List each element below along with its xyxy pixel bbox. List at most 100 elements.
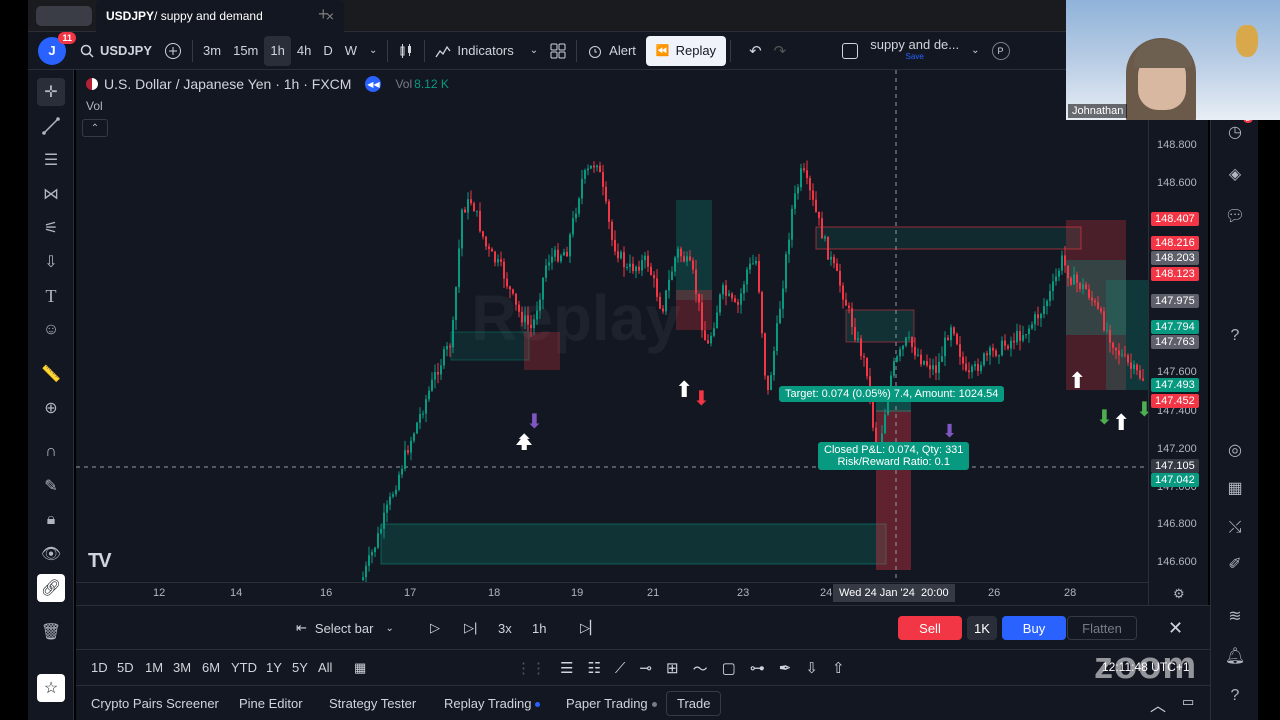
arrow-up-marker-icon[interactable]: ⇧ (832, 659, 845, 677)
brush-tool-icon[interactable]: ✎ (37, 472, 65, 500)
pen-tool-icon[interactable]: ✒ (779, 659, 792, 677)
prediction-tool-icon[interactable]: ⚟ (37, 214, 65, 242)
crosshair-tool-icon[interactable]: ✛ (37, 78, 65, 106)
avatar[interactable]: J 11 (38, 31, 76, 65)
cross-line-icon[interactable]: ⊞ (666, 659, 679, 677)
help-icon[interactable]: ? (1221, 322, 1249, 350)
buy-button[interactable]: Buy (1002, 616, 1066, 640)
price-axis[interactable]: 148.800 148.600 147.600 147.400 147.200 … (1148, 70, 1208, 605)
horizontal-line-icon[interactable]: ⊶ (750, 659, 765, 677)
range-1y[interactable]: 1Y (266, 660, 282, 675)
replay-indicator-icon[interactable]: ◀◀ (365, 76, 382, 92)
layers-icon[interactable]: ◈ (1221, 160, 1249, 188)
horizontal-ray-icon[interactable]: ⊸ (639, 659, 652, 677)
goto-date-icon[interactable]: ▦ (354, 660, 366, 676)
compare-symbol-button[interactable] (158, 36, 188, 66)
window-controls[interactable] (36, 6, 92, 26)
timeframe-4h[interactable]: 4h (291, 36, 317, 66)
replay-button[interactable]: ⏪ Replay (645, 35, 727, 66)
pattern-tool-icon[interactable]: ⋈ (37, 180, 65, 208)
flatten-button[interactable]: Flatten (1067, 616, 1137, 640)
maximize-panel-icon[interactable]: ▭ (1182, 694, 1194, 710)
arrow-down-marker-icon[interactable]: ⇩ (805, 659, 818, 677)
tab-replay-trading[interactable]: Replay Trading (444, 696, 541, 711)
chart-type-button[interactable] (392, 36, 420, 66)
demand-zone[interactable] (450, 331, 530, 361)
text-tool-icon[interactable]: T (37, 282, 65, 310)
tab-trade[interactable]: Trade (666, 691, 722, 716)
tab-crypto-screener[interactable]: Crypto Pairs Screener (91, 696, 219, 711)
play-button[interactable]: ▷ (430, 616, 440, 640)
close-replay-icon[interactable]: ✕ (1168, 616, 1183, 640)
step-forward-button[interactable]: ▷| (464, 616, 477, 640)
range-5y[interactable]: 5Y (292, 660, 308, 675)
line-tool-icon[interactable]: ⤯ (1221, 514, 1249, 542)
alerts-clock-icon[interactable]: ◷2 (1221, 114, 1253, 146)
range-6m[interactable]: 6M (202, 660, 220, 675)
new-tab-icon[interactable]: + (318, 4, 329, 25)
trend-line-tool-icon[interactable] (37, 112, 65, 140)
quantity-button[interactable]: 1K (967, 616, 997, 640)
indicators-button[interactable]: Indicators ⌄ (429, 36, 544, 66)
zoom-in-tool-icon[interactable]: ⊕ (37, 394, 65, 422)
templates-button[interactable] (544, 36, 572, 66)
link-tool-icon[interactable]: 🔗︎ (37, 574, 65, 602)
undo-button[interactable]: ↶ (743, 36, 768, 66)
chart-pane[interactable]: Replay ⬆ ⬇ ⬆ ⬇ ⬇ ⬆ ⬇ ⬆ ⬇ U.S. Dollar / J… (76, 70, 1153, 605)
pen-icon[interactable]: ✐ (1221, 550, 1249, 578)
interval-button[interactable]: 1h (532, 616, 546, 640)
chart-legend[interactable]: U.S. Dollar / Japanese Yen · 1h · FXCM ◀… (86, 76, 449, 92)
timeframe-d[interactable]: D (317, 36, 338, 66)
position-zone[interactable] (1106, 280, 1148, 390)
eye-tool-icon[interactable]: 👁︎ (37, 540, 65, 568)
settings-gear-icon[interactable]: ⚙ (1173, 586, 1185, 602)
tab-paper-trading[interactable]: Paper Trading (566, 696, 657, 711)
collapse-legend-icon[interactable]: ⌃ (82, 119, 108, 137)
tab-pine-editor[interactable]: Pine Editor (239, 696, 303, 711)
chat-icon[interactable]: 💬︎ (1221, 202, 1249, 230)
range-3m[interactable]: 3M (173, 660, 191, 675)
range-5d[interactable]: 5D (117, 660, 134, 675)
time-axis[interactable]: 12 14 16 17 18 19 21 23 24 26 28 Wed 24 … (76, 582, 1148, 605)
timeframe-3m[interactable]: 3m (197, 36, 227, 66)
layout-menu[interactable]: suppy and de... Save ⌄ P (836, 36, 1015, 66)
browser-tab[interactable]: USDJPY / suppy and demand × (96, 0, 344, 32)
rectangle-tool-icon[interactable]: ▢ (722, 659, 736, 677)
path-tool-icon[interactable]: 〜 (693, 658, 708, 679)
redo-button[interactable]: ↷ (768, 36, 793, 66)
range-1m[interactable]: 1M (145, 660, 163, 675)
star-icon[interactable]: ☆ (37, 674, 65, 702)
publish-badge[interactable]: P (991, 41, 1010, 60)
timeframe-15m[interactable]: 15m (227, 36, 264, 66)
calendar-icon[interactable]: ▦ (1221, 474, 1249, 502)
magnet-tool-icon[interactable]: ∩ (37, 438, 65, 466)
range-ytd[interactable]: YTD (231, 660, 257, 675)
sell-button[interactable]: Sell (898, 616, 962, 640)
timeframe-w[interactable]: W (339, 36, 363, 66)
ruler-tool-icon[interactable]: 📏 (37, 360, 65, 388)
jump-realtime-button[interactable]: ▷▏ (580, 616, 600, 640)
bell-icon[interactable]: 🔔︎ (1221, 642, 1249, 670)
supply-zone[interactable] (845, 309, 915, 343)
lock-tool-icon[interactable]: 🔒︎ (37, 506, 65, 534)
arrow-down-tool-icon[interactable]: ⇩ (37, 248, 65, 276)
position-stop-zone[interactable] (676, 290, 712, 330)
fib-tool-icon[interactable]: ☰ (560, 659, 573, 677)
supply-zone[interactable] (524, 332, 560, 370)
help-circle-icon[interactable]: ? (1221, 682, 1249, 710)
trash-tool-icon[interactable]: 🗑︎ (37, 618, 65, 646)
speed-button[interactable]: 3x (498, 616, 512, 640)
trend-line-tool-icon[interactable]: ⟋ (615, 660, 626, 677)
levels-tool-icon[interactable]: ☷ (587, 659, 600, 677)
target-icon[interactable]: ◎ (1221, 436, 1249, 464)
price-chart[interactable]: Replay (76, 70, 1148, 582)
timeframe-1h[interactable]: 1h (264, 35, 291, 66)
emoji-tool-icon[interactable]: ☺ (37, 316, 65, 344)
range-all[interactable]: All (318, 660, 332, 675)
symbol-search-button[interactable]: USDJPY (74, 36, 158, 66)
supply-zone[interactable] (815, 226, 1082, 250)
fib-tool-icon[interactable]: ☰ (37, 146, 65, 174)
timeframe-dropdown[interactable]: ⌄ (363, 36, 383, 66)
range-1d[interactable]: 1D (91, 660, 108, 675)
select-bar-button[interactable]: ⇤ Select bar ⌄ (296, 616, 394, 640)
